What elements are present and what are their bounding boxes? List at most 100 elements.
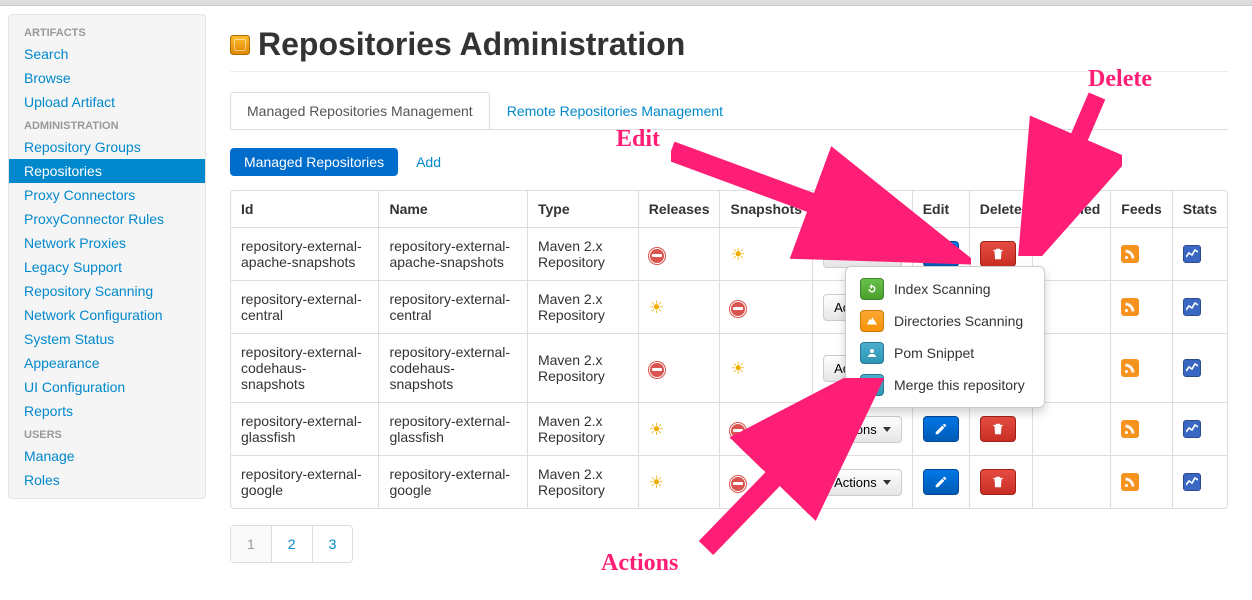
column-header: Id — [231, 191, 378, 227]
add-link[interactable]: Add — [416, 154, 441, 170]
cell-stats — [1172, 333, 1227, 402]
edit-button[interactable] — [923, 416, 959, 442]
dropdown-item[interactable]: Merge this repository — [846, 369, 1044, 401]
delete-button[interactable] — [980, 241, 1016, 267]
cell-name: repository-external-central — [378, 280, 526, 333]
actions-dropdown-menu: Index Scanning Directories Scanning Pom Sn… — [845, 266, 1045, 408]
dropdown-item[interactable]: Pom Snippet — [846, 337, 1044, 369]
rss-icon[interactable] — [1121, 420, 1139, 438]
sidebar-item-appearance[interactable]: Appearance — [9, 351, 205, 375]
sidebar-item-system_status[interactable]: System Status — [9, 327, 205, 351]
cell-name: repository-external-google — [378, 455, 526, 508]
table-row: repository-external-googlerepository-ext… — [231, 455, 1227, 508]
cell-snapshots — [719, 455, 812, 508]
cell-feeds — [1110, 455, 1171, 508]
sidebar-item-proxy_connector_rules[interactable]: ProxyConnector Rules — [9, 207, 205, 231]
cell-type: Maven 2.x Repository — [527, 455, 638, 508]
sidebar-item-upload_artifact[interactable]: Upload Artifact — [9, 90, 205, 114]
cell-type: Maven 2.x Repository — [527, 227, 638, 280]
stats-icon[interactable] — [1183, 245, 1201, 263]
cell-actions: Actions — [812, 402, 912, 455]
stats-icon[interactable] — [1183, 473, 1201, 491]
page-title-text: Repositories Administration — [258, 26, 685, 63]
cell-snapshots — [719, 280, 812, 333]
sidebar-item-ui_configuration[interactable]: UI Configuration — [9, 375, 205, 399]
page-number[interactable]: 3 — [313, 526, 353, 562]
sidebar-item-network_configuration[interactable]: Network Configuration — [9, 303, 205, 327]
stats-icon[interactable] — [1183, 298, 1201, 316]
sidebar-item-legacy_support[interactable]: Legacy Support — [9, 255, 205, 279]
column-header: Name — [378, 191, 526, 227]
stats-icon[interactable] — [1183, 359, 1201, 377]
rss-icon[interactable] — [1121, 359, 1139, 377]
column-header: Delete — [969, 191, 1032, 227]
sidebar-item-reports[interactable]: Reports — [9, 399, 205, 423]
edit-button[interactable] — [923, 241, 959, 267]
cell-feeds — [1110, 402, 1171, 455]
sun-icon: ☀ — [649, 420, 664, 439]
sidebar-item-repository_groups[interactable]: Repository Groups — [9, 135, 205, 159]
delete-button[interactable] — [980, 416, 1016, 442]
sidebar-header: ARTIFACTS — [9, 21, 205, 42]
cell-modified — [1032, 402, 1111, 455]
column-header: Releases — [638, 191, 720, 227]
cell-feeds — [1110, 333, 1171, 402]
cell-stats — [1172, 455, 1227, 508]
dropdown-item[interactable]: Index Scanning — [846, 273, 1044, 305]
sidebar-item-search[interactable]: Search — [9, 42, 205, 66]
cell-stats — [1172, 280, 1227, 333]
cell-edit — [912, 402, 969, 455]
managed-repositories-button[interactable]: Managed Repositories — [230, 148, 398, 176]
stats-icon[interactable] — [1183, 420, 1201, 438]
title-separator — [230, 71, 1228, 72]
rss-icon[interactable] — [1121, 245, 1139, 263]
tab[interactable]: Remote Repositories Management — [490, 92, 740, 129]
cell-releases — [638, 227, 720, 280]
rss-icon[interactable] — [1121, 298, 1139, 316]
edit-button[interactable] — [923, 469, 959, 495]
sidebar-item-browse[interactable]: Browse — [9, 66, 205, 90]
sun-icon: ☀ — [649, 473, 664, 492]
cell-delete — [969, 402, 1032, 455]
rss-icon[interactable] — [1121, 473, 1139, 491]
sidebar-item-proxy_connectors[interactable]: Proxy Connectors — [9, 183, 205, 207]
page-number[interactable]: 1 — [231, 526, 272, 562]
cell-id: repository-external-apache-snapshots — [231, 227, 378, 280]
delete-button[interactable] — [980, 469, 1016, 495]
actions-button[interactable]: Actions — [823, 416, 902, 443]
column-header: Feeds — [1110, 191, 1171, 227]
sidebar: ARTIFACTSSearchBrowseUpload ArtifactADMI… — [8, 14, 206, 499]
tab[interactable]: Managed Repositories Management — [230, 92, 490, 129]
sidebar-item-repositories[interactable]: Repositories — [9, 159, 205, 183]
cell-id: repository-external-glassfish — [231, 402, 378, 455]
cell-type: Maven 2.x Repository — [527, 280, 638, 333]
column-header: Edit — [912, 191, 969, 227]
sidebar-item-manage[interactable]: Manage — [9, 444, 205, 468]
sidebar-item-repository_scanning[interactable]: Repository Scanning — [9, 279, 205, 303]
dropdown-item-label: Directories Scanning — [894, 313, 1023, 329]
actions-button[interactable]: Actions — [823, 241, 902, 268]
sidebar-item-network_proxies[interactable]: Network Proxies — [9, 231, 205, 255]
cell-releases — [638, 333, 720, 402]
table-wrap: IdNameTypeReleasesSnapshotsActionsEditDe… — [230, 190, 1228, 509]
page-number[interactable]: 2 — [272, 526, 313, 562]
main-content: Repositories Administration Managed Repo… — [206, 6, 1252, 583]
column-header: Actions — [812, 191, 912, 227]
dropdown-item[interactable]: Directories Scanning — [846, 305, 1044, 337]
column-header: Type — [527, 191, 638, 227]
sun-icon: ☀ — [649, 298, 664, 317]
cell-id: repository-external-central — [231, 280, 378, 333]
cell-type: Maven 2.x Repository — [527, 333, 638, 402]
cell-edit — [912, 455, 969, 508]
sidebar-item-roles[interactable]: Roles — [9, 468, 205, 492]
cell-type: Maven 2.x Repository — [527, 402, 638, 455]
tabs: Managed Repositories ManagementRemote Re… — [230, 92, 1228, 130]
cell-snapshots: ☀ — [719, 333, 812, 402]
repository-admin-icon — [230, 35, 250, 55]
cell-delete — [969, 455, 1032, 508]
dropdown-item-icon — [860, 310, 884, 332]
dropdown-item-label: Merge this repository — [894, 377, 1025, 393]
table-row: repository-external-apache-snapshotsrepo… — [231, 227, 1227, 280]
actions-button[interactable]: Actions — [823, 469, 902, 496]
sun-icon: ☀ — [730, 359, 745, 378]
